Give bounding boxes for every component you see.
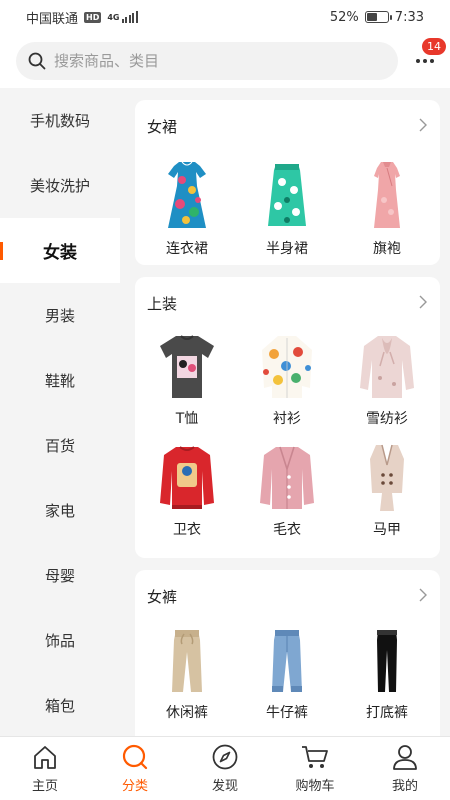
sidebar-item-label: 手机数码 (29, 112, 90, 130)
product-leggings[interactable]: 打底裤 (337, 626, 437, 722)
product-chiffon[interactable]: 雪纺衫 (337, 332, 437, 428)
sidebar-item-label: 百货 (44, 437, 75, 455)
section-title: 女裤 (147, 588, 178, 606)
sidebar-item-bags[interactable]: 箱包 (0, 673, 120, 736)
tshirt-icon (160, 335, 214, 398)
chevron-right-icon[interactable] (418, 588, 428, 602)
network-type: 4G (107, 12, 120, 22)
product-sweater[interactable]: 毛衣 (237, 443, 337, 539)
chevron-right-icon[interactable] (418, 295, 428, 309)
sweatshirt-icon (160, 446, 214, 509)
product-sweatshirt[interactable]: 卫衣 (137, 443, 237, 539)
product-label: 马甲 (373, 522, 401, 538)
carrier-name: 中国联通 (26, 11, 79, 27)
sidebar-item-label: 男装 (44, 307, 75, 325)
product-label: 半身裙 (266, 241, 308, 257)
product-label: 毛衣 (273, 522, 301, 538)
product-label: 卫衣 (173, 522, 201, 538)
product-label: T恤 (175, 411, 199, 427)
product-label: 牛仔裤 (266, 705, 308, 721)
category-sidebar: 手机数码 美妆洗护 女装 男装 鞋靴 百货 家电 母婴 饰品 箱包 (0, 88, 120, 736)
hd-badge: HD (84, 11, 102, 23)
nav-discover[interactable]: 发现 (180, 737, 270, 800)
nav-profile[interactable]: 我的 (360, 737, 450, 800)
search-icon (122, 744, 148, 770)
sidebar-item-label: 饰品 (44, 632, 75, 650)
section-title: 上装 (147, 295, 178, 313)
home-icon (34, 746, 56, 769)
product-label: 雪纺衫 (366, 411, 408, 427)
nav-category[interactable]: 分类 (90, 737, 180, 800)
product-tshirt[interactable]: T恤 (137, 332, 237, 428)
sidebar-item-phones-digital[interactable]: 手机数码 (0, 88, 120, 153)
sidebar-item-shoes[interactable]: 鞋靴 (0, 348, 120, 413)
shirt-icon (262, 336, 312, 398)
sidebar-item-accessories[interactable]: 饰品 (0, 608, 120, 673)
sweater-icon (260, 446, 314, 509)
chevron-right-icon[interactable] (418, 118, 428, 132)
product-label: 衬衫 (273, 411, 301, 427)
nav-label: 主页 (31, 779, 58, 794)
section-card-tops: 上装 T恤 衬衫 雪纺衫 卫衣 毛衣 马甲 (135, 277, 440, 558)
jeans-icon (272, 630, 302, 692)
search-bar[interactable] (16, 42, 398, 80)
nav-home[interactable]: 主页 (0, 737, 90, 800)
sidebar-item-appliances[interactable]: 家电 (0, 478, 120, 543)
leggings-icon (377, 630, 397, 692)
status-right: 52% 7:33 (330, 10, 424, 25)
product-dress[interactable]: 连衣裙 (137, 160, 237, 258)
nav-label: 分类 (121, 779, 148, 794)
qipao-icon (374, 162, 400, 228)
status-bar: 中国联通 HD 4G 52% 7:33 (0, 0, 450, 34)
product-shirt[interactable]: 衬衫 (237, 332, 337, 428)
clock: 7:33 (394, 9, 424, 25)
bottom-navigation: 主页 分类 发现 购物车 我的 (0, 736, 450, 800)
header: 14 (0, 34, 450, 88)
sidebar-item-general-goods[interactable]: 百货 (0, 413, 120, 478)
sidebar-item-label: 鞋靴 (44, 372, 75, 390)
product-qipao[interactable]: 旗袍 (337, 160, 437, 258)
nav-label: 发现 (211, 779, 238, 794)
product-casual-pants[interactable]: 休闲裤 (137, 626, 237, 722)
sidebar-item-label: 家电 (44, 502, 75, 520)
battery-icon (364, 11, 392, 23)
category-content: 女裙 连衣裙 半身裙 旗袍 上装 T恤 衬衫 雪纺衫 卫衣 毛衣 马甲 女裤 休… (120, 88, 450, 736)
section-card-dresses: 女裙 连衣裙 半身裙 旗袍 (135, 100, 440, 265)
cart-icon (302, 746, 328, 768)
product-label: 打底裤 (366, 705, 408, 721)
sidebar-item-label: 美妆洗护 (29, 177, 90, 195)
casual-pants-icon (172, 630, 202, 692)
nav-label: 购物车 (295, 779, 335, 794)
sidebar-item-beauty[interactable]: 美妆洗护 (0, 153, 120, 218)
product-label: 旗袍 (373, 241, 401, 257)
message-count-badge: 14 (422, 38, 446, 55)
status-left: 中国联通 HD 4G (26, 8, 138, 27)
compass-icon (212, 744, 238, 770)
sidebar-item-label: 箱包 (44, 697, 75, 715)
section-title: 女裙 (147, 118, 178, 136)
floral-skirt-icon (268, 164, 306, 226)
product-jeans[interactable]: 牛仔裤 (237, 626, 337, 722)
vest-icon (370, 444, 404, 511)
sidebar-item-mens-clothing[interactable]: 男装 (0, 283, 120, 348)
section-card-pants: 女裤 休闲裤 牛仔裤 打底裤 (135, 570, 440, 736)
product-label: 连衣裙 (166, 241, 208, 257)
sidebar-item-label: 母婴 (44, 567, 75, 585)
floral-dress-icon (168, 161, 206, 228)
sidebar-item-womens-clothing[interactable]: 女装 (0, 218, 120, 283)
nav-label: 我的 (391, 779, 418, 794)
chiffon-blouse-icon (360, 336, 414, 398)
user-icon (393, 745, 417, 770)
product-vest[interactable]: 马甲 (337, 443, 437, 539)
search-icon (28, 52, 46, 70)
product-skirt[interactable]: 半身裙 (237, 160, 337, 258)
nav-cart[interactable]: 购物车 (270, 737, 360, 800)
product-label: 休闲裤 (166, 705, 208, 721)
sidebar-item-baby[interactable]: 母婴 (0, 543, 120, 608)
sidebar-item-label: 女装 (43, 243, 77, 263)
search-input[interactable] (54, 52, 374, 70)
battery-percent: 52% (329, 9, 359, 25)
signal-icon (121, 11, 138, 23)
